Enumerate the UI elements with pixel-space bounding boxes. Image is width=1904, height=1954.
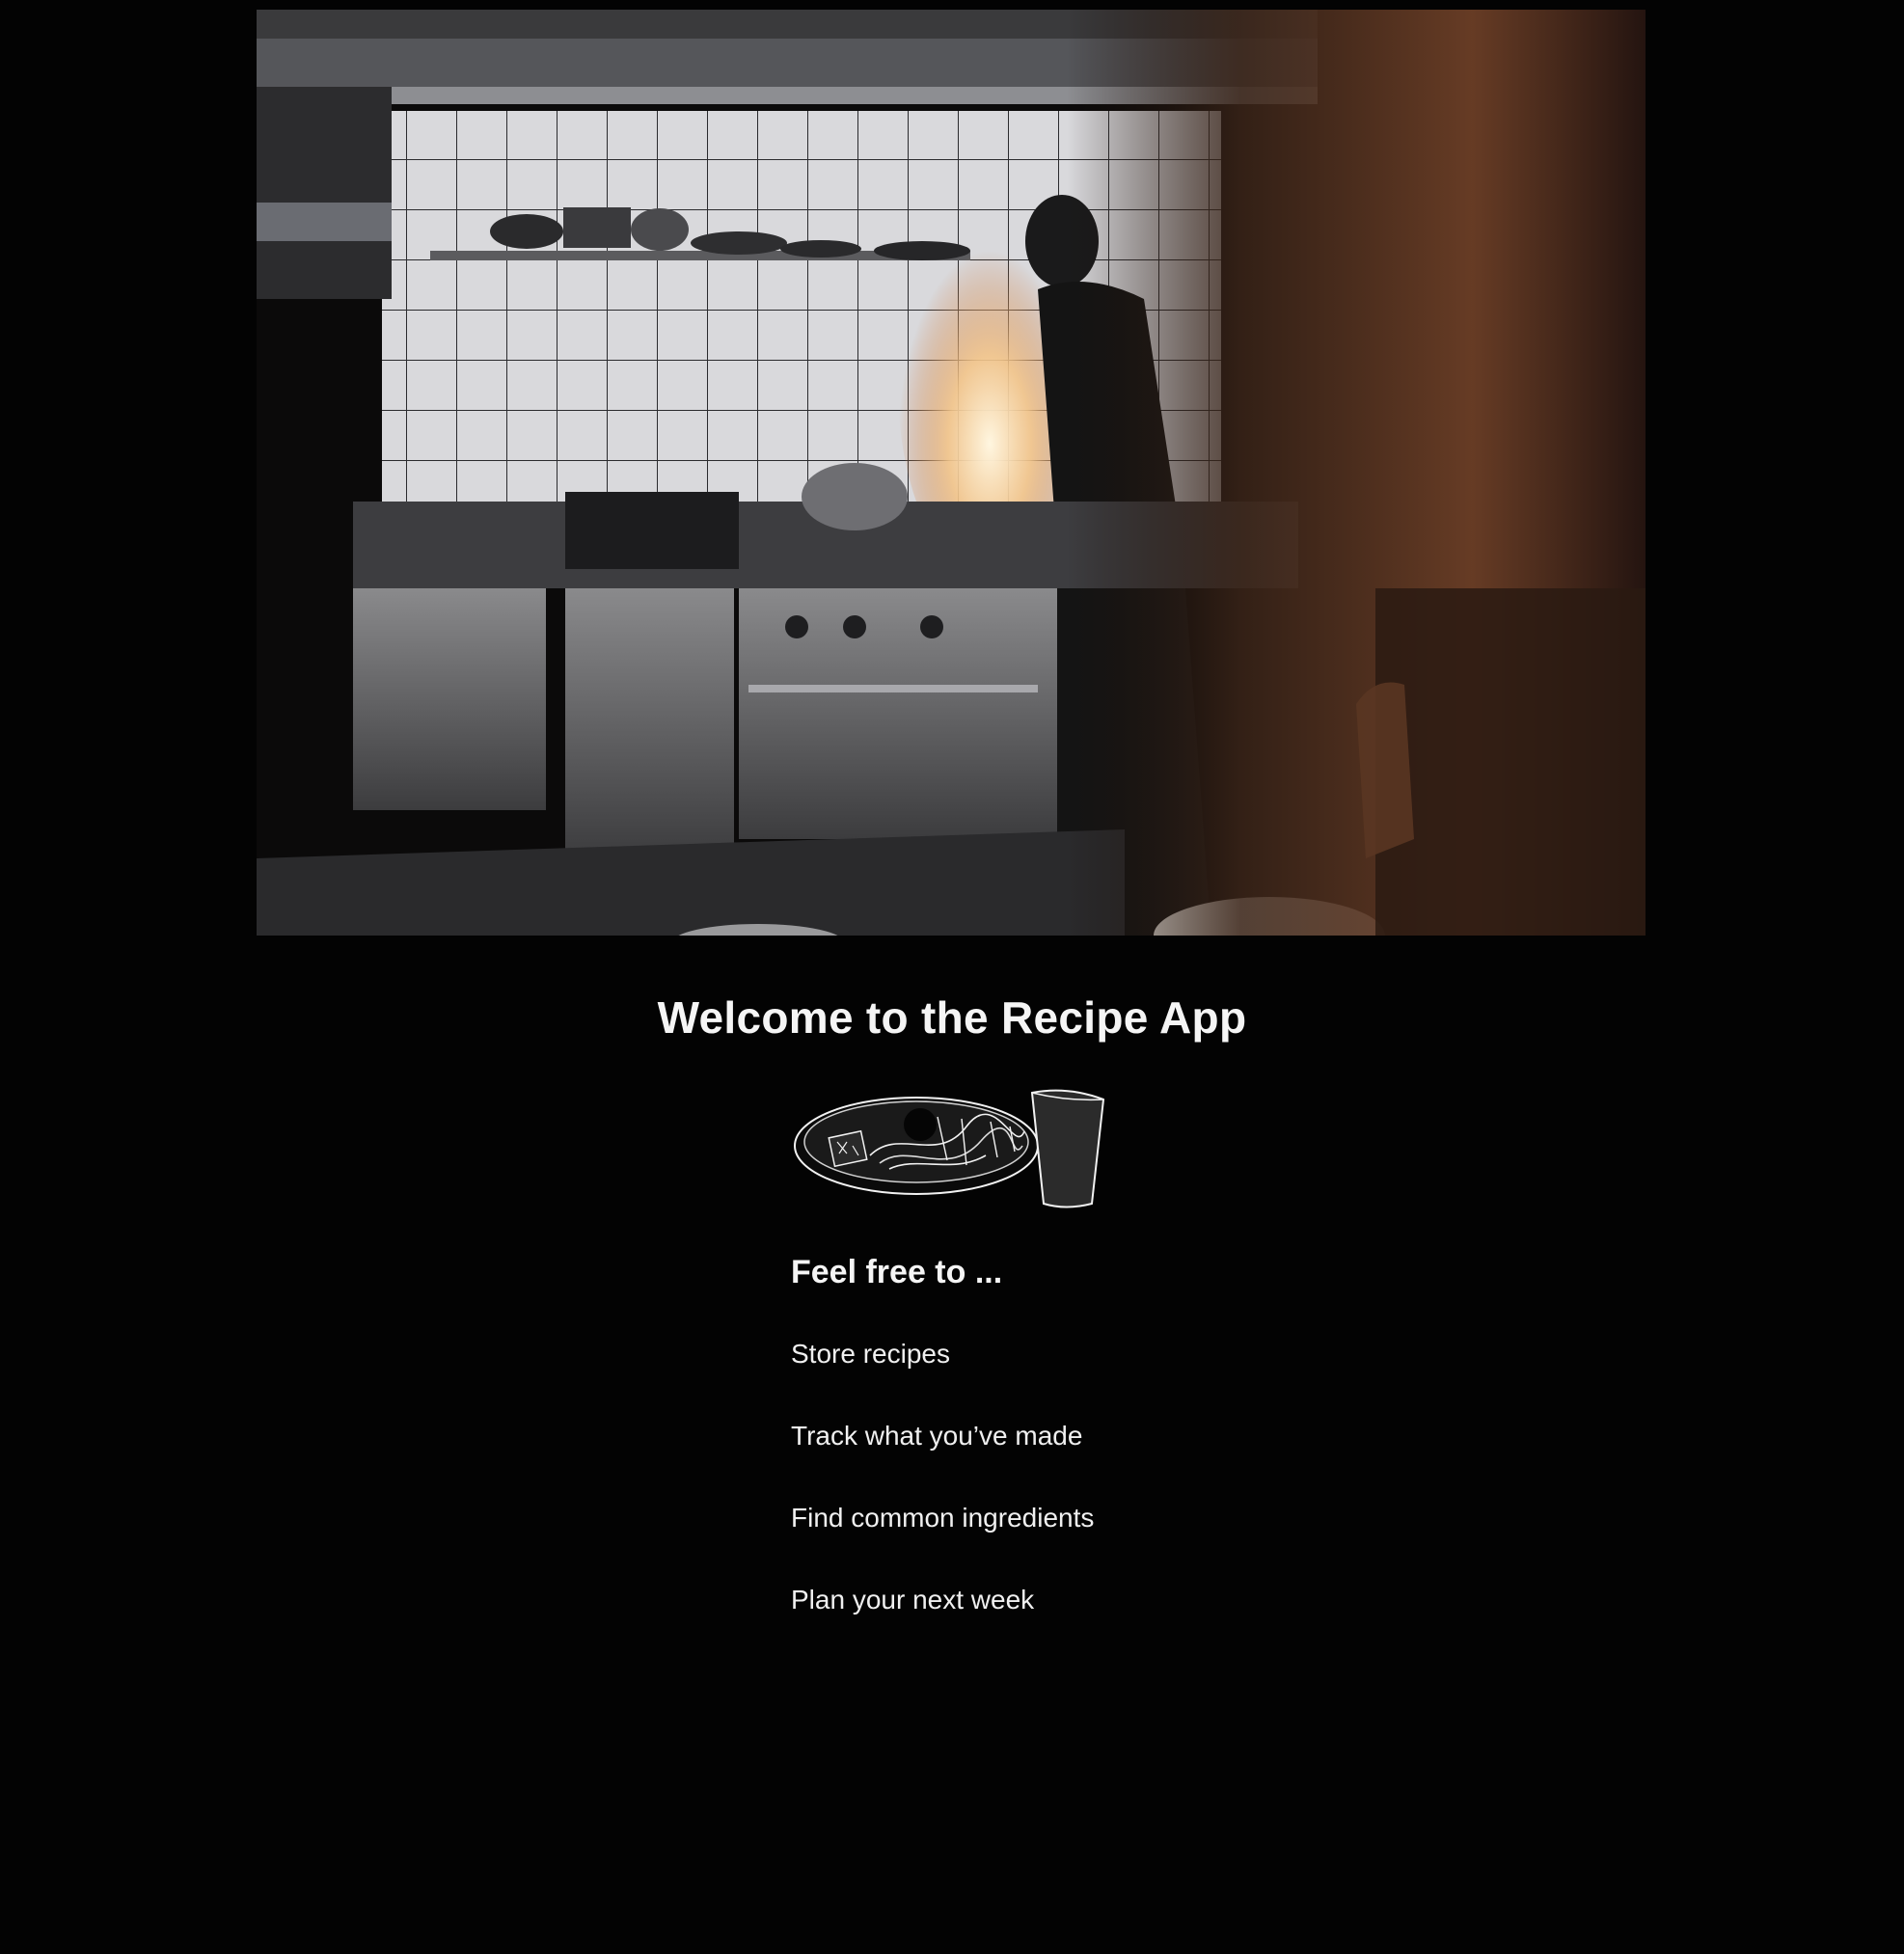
feature-item-track-made: Track what you’ve made [791,1421,1083,1451]
feature-item-common-ingredients: Find common ingredients [791,1503,1095,1533]
hero-image [257,10,1646,936]
plate-and-cup-icon [793,1088,1111,1208]
features-list: Store recipes Track what you’ve made Fin… [791,1338,1466,1616]
features-section: Feel free to ... Store recipes Track wha… [791,1254,1466,1666]
feature-item-plan-week: Plan your next week [791,1585,1035,1615]
features-heading: Feel free to ... [791,1254,1003,1290]
page-title: Welcome to the Recipe App [657,992,1247,1043]
feature-item-store-recipes: Store recipes [791,1339,950,1369]
